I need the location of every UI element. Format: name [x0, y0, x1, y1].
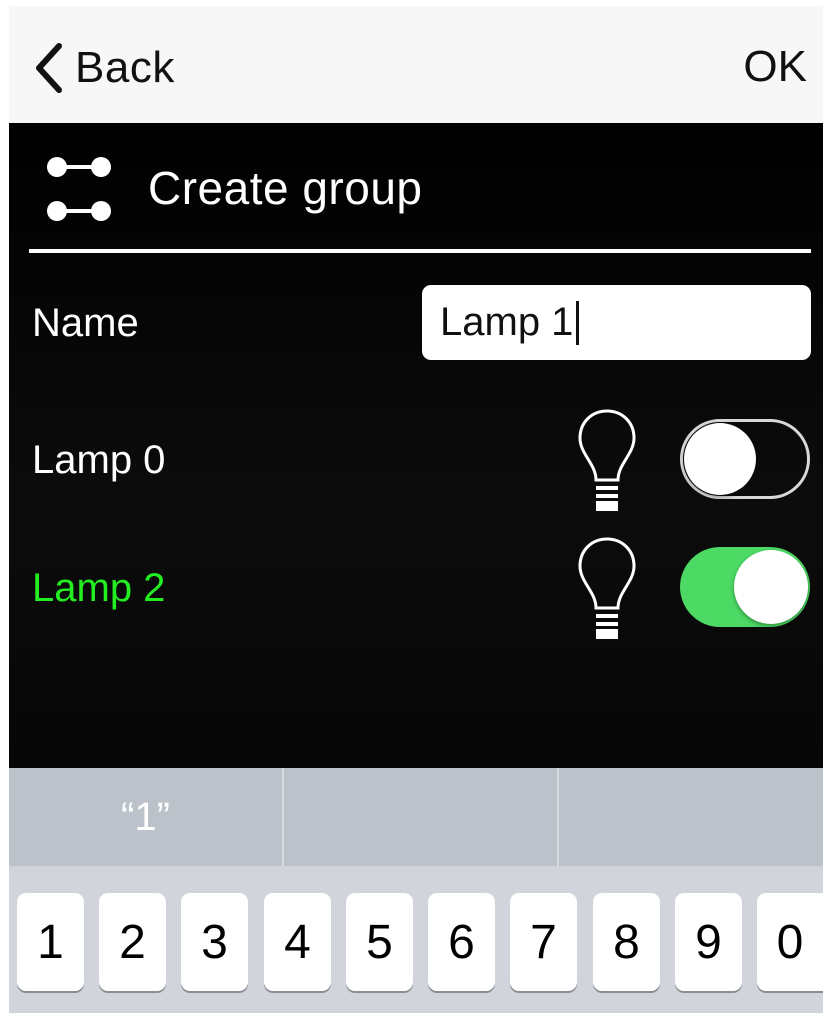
text-cursor [576, 300, 580, 345]
key-1[interactable]: 1 [17, 893, 84, 991]
key-3[interactable]: 3 [181, 893, 248, 991]
toggle-knob [684, 423, 756, 495]
key-0[interactable]: 0 [757, 893, 823, 991]
suggestion-item[interactable] [284, 768, 557, 866]
section-header: Create group [29, 123, 811, 253]
back-label: Back [75, 43, 175, 92]
page-title: Create group [148, 162, 423, 214]
key-8[interactable]: 8 [593, 893, 660, 991]
lamp-label-lamp-0: Lamp 0 [32, 438, 166, 482]
keyboard-suggestion-bar: “1” [9, 768, 823, 866]
back-button[interactable]: Back [31, 38, 175, 98]
ok-button[interactable]: OK [743, 42, 807, 92]
create-group-panel: Create group Name Lamp 1 Lamp 0 Lamp 2 [9, 123, 823, 768]
group-icon [47, 157, 111, 221]
chevron-left-icon [36, 43, 62, 93]
key-5[interactable]: 5 [346, 893, 413, 991]
lamp-label-lamp-2: Lamp 2 [32, 566, 166, 610]
lamp-toggle-lamp-0[interactable] [680, 419, 810, 499]
key-9[interactable]: 9 [675, 893, 742, 991]
key-6[interactable]: 6 [428, 893, 495, 991]
navigation-bar: Back OK [9, 6, 823, 123]
light-bulb-icon [578, 409, 636, 511]
toggle-knob [734, 550, 808, 624]
name-input[interactable]: Lamp 1 [422, 285, 811, 360]
key-7[interactable]: 7 [510, 893, 577, 991]
suggestion-item[interactable] [559, 768, 823, 866]
name-label: Name [32, 301, 139, 345]
key-2[interactable]: 2 [99, 893, 166, 991]
lamp-toggle-lamp-2[interactable] [680, 547, 810, 627]
key-4[interactable]: 4 [264, 893, 331, 991]
numeric-keyboard: 1 2 3 4 5 6 7 8 9 0 [9, 866, 823, 1013]
suggestion-item[interactable]: “1” [9, 768, 282, 866]
light-bulb-icon [578, 537, 636, 639]
name-input-value: Lamp 1 [440, 300, 574, 344]
